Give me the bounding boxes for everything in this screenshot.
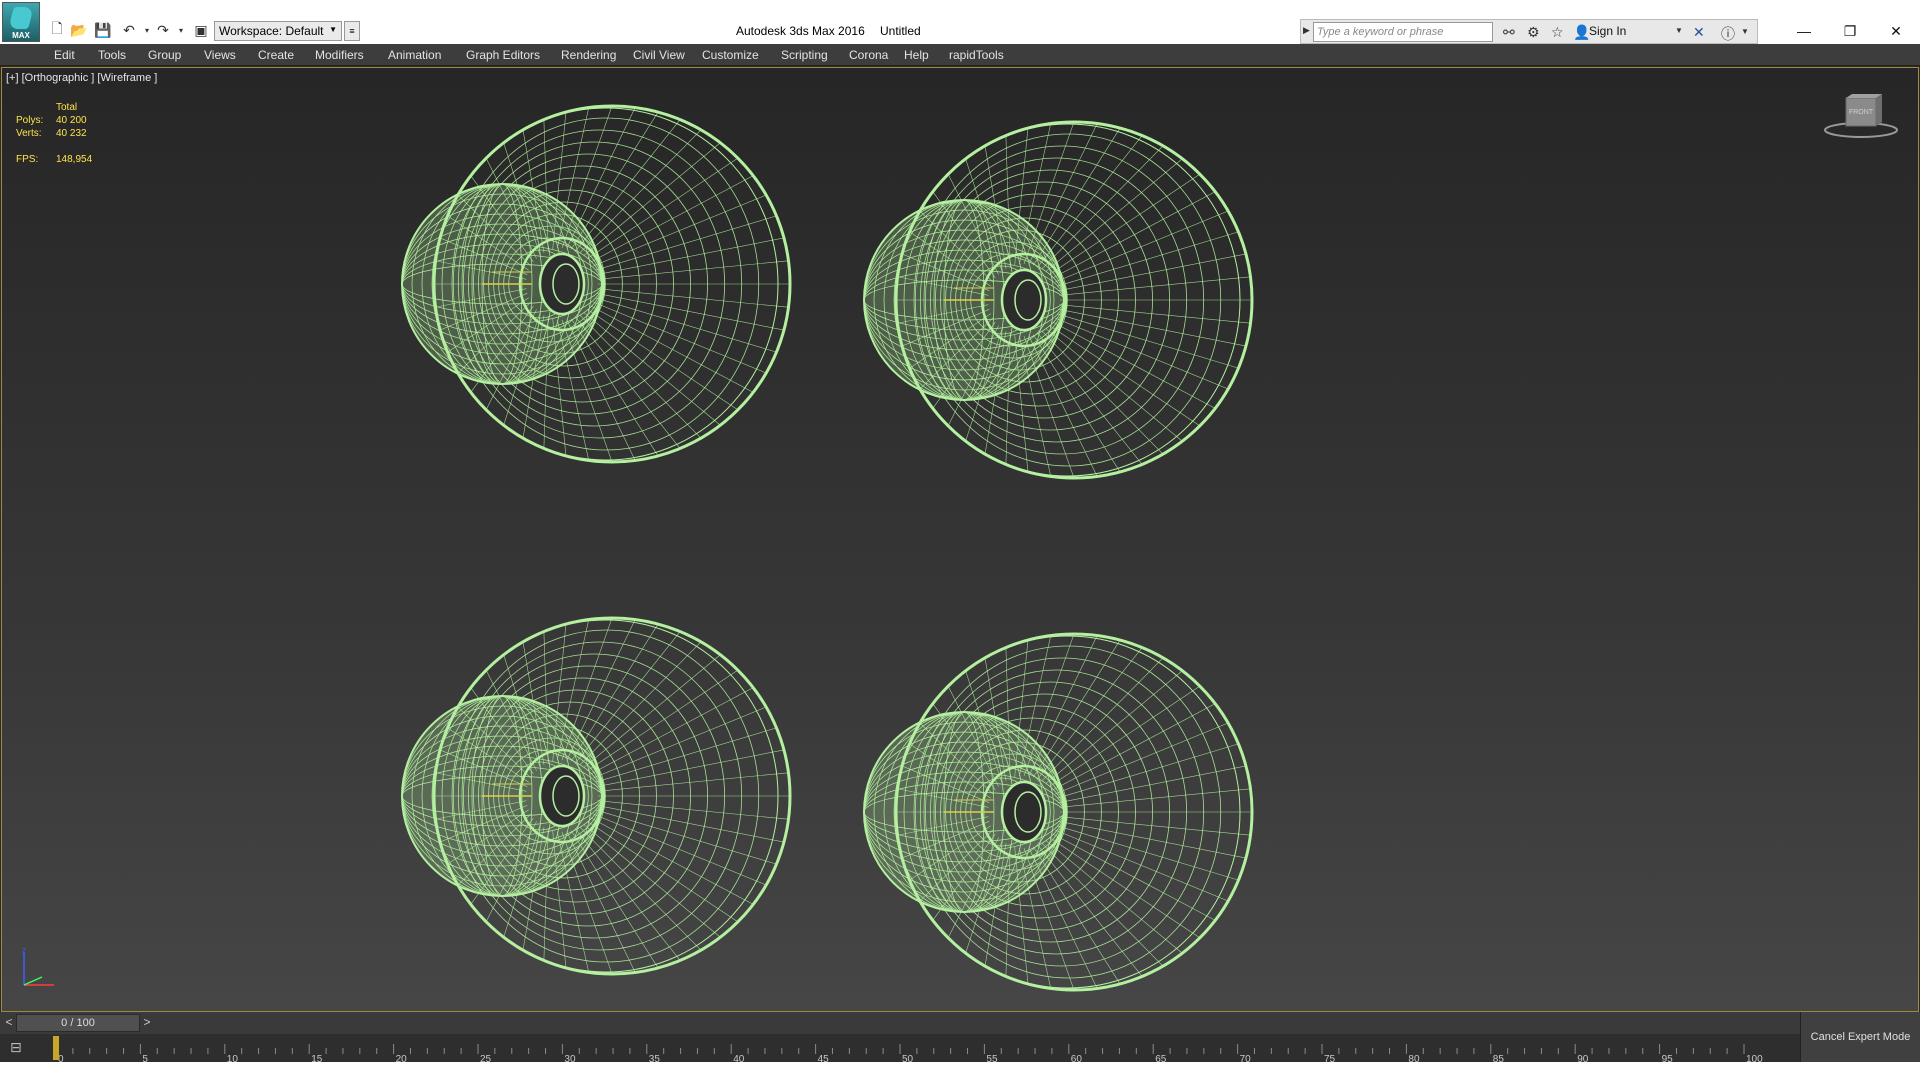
lamp-top-right[interactable] [863, 120, 1254, 480]
timeline-tick-label: 10 [227, 1054, 239, 1062]
fps-value: 148,954 [56, 154, 93, 165]
menu-scripting[interactable]: Scripting [781, 48, 828, 62]
open-file-icon[interactable]: 📂 [70, 21, 88, 39]
fps-label: FPS: [16, 154, 39, 165]
subscription-icon[interactable]: ⚙ [1527, 24, 1540, 41]
help-icon[interactable]: ⓘ [1721, 24, 1735, 44]
timeline-tick-label: 50 [902, 1054, 914, 1062]
lamp-bottom-right[interactable] [863, 632, 1254, 992]
menu-rapidtools[interactable]: rapidTools [949, 48, 1004, 62]
timeline-tick-label: 95 [1662, 1054, 1674, 1062]
svg-text:z: z [22, 947, 26, 955]
search-input[interactable] [1313, 22, 1493, 42]
polys-value: 40 200 [56, 115, 87, 126]
track-bar[interactable]: ⊟ 0 5 10 15 20 25 30 35 40 45 50 55 60 65 70 75 80 85 90 95… [0, 1034, 1800, 1062]
menu-modifiers[interactable]: Modifiers [315, 48, 364, 62]
menu-animation[interactable]: Animation [388, 48, 441, 62]
axis-tripod-icon: z [22, 947, 54, 986]
collapse-arrow-icon[interactable]: ▶ [1303, 25, 1310, 36]
close-button[interactable]: ✕ [1876, 20, 1916, 42]
timeline-tick-label: 70 [1240, 1054, 1252, 1062]
next-frame-button[interactable]: > [140, 1015, 154, 1031]
workspace-select[interactable]: Workspace: Default ▼ [214, 21, 342, 41]
minimize-button[interactable]: — [1784, 20, 1824, 42]
help-dropdown-icon[interactable]: ▼ [1741, 27, 1749, 36]
menu-edit[interactable]: Edit [54, 48, 75, 62]
lamp-top-left[interactable] [401, 104, 792, 464]
viewport-label-menu[interactable]: [+] [Orthographic ] [Wireframe ] [6, 72, 157, 84]
menu-create[interactable]: Create [258, 48, 294, 62]
timeline-tick-label: 85 [1493, 1054, 1505, 1062]
title-bar: MAX 🗋 📂 💾 ↶ ▾ ↷ ▾ ▣ Workspace: Default ▼… [0, 0, 1920, 44]
menu-group[interactable]: Group [148, 48, 181, 62]
menu-civil-view[interactable]: Civil View [633, 48, 685, 62]
previous-frame-button[interactable]: < [2, 1015, 16, 1031]
timeline-tick-label: 40 [733, 1054, 745, 1062]
menu-help[interactable]: Help [904, 48, 929, 62]
timeline-tick-label: 45 [818, 1054, 830, 1062]
timeline-tick-label: 55 [986, 1054, 998, 1062]
track-ruler[interactable]: 0 5 10 15 20 25 30 35 40 45 50 55 60 65 70 75 80 85 90 95 10… [0, 1034, 1800, 1062]
current-frame-marker [53, 1036, 59, 1060]
time-slider[interactable]: 0 / 100 [16, 1014, 140, 1032]
verts-label: Verts: [16, 128, 42, 139]
time-slider-bar: < 0 / 100 > [0, 1012, 1800, 1034]
menu-corona[interactable]: Corona [849, 48, 888, 62]
exchange-apps-icon[interactable]: ✕ [1693, 24, 1705, 41]
timeline-tick-label: 20 [396, 1054, 408, 1062]
timeline-tick-label: 25 [480, 1054, 492, 1062]
chevron-down-icon: ▼ [329, 25, 337, 34]
verts-value: 40 232 [56, 128, 87, 139]
menu-rendering[interactable]: Rendering [561, 48, 616, 62]
menu-customize[interactable]: Customize [702, 48, 759, 62]
logo-text: MAX [12, 31, 30, 40]
restore-button[interactable]: ❐ [1830, 20, 1870, 42]
user-icon: 👤 [1573, 24, 1591, 40]
timeline-tick-label: 5 [142, 1054, 148, 1062]
menu-tools[interactable]: Tools [98, 48, 126, 62]
viewport-orthographic[interactable]: [+] [Orthographic ] [Wireframe ] Total P… [1, 67, 1919, 1012]
viewcube[interactable]: FRONT [1822, 92, 1900, 144]
sign-in-link[interactable]: Sign In [1589, 24, 1626, 38]
star-icon[interactable]: ☆ [1551, 24, 1564, 41]
stats-header: Total [56, 102, 78, 113]
document-title: Untitled [880, 24, 921, 38]
redo-icon[interactable]: ↷ [154, 21, 172, 39]
wireframe-scene[interactable] [2, 68, 1919, 1012]
app-menu-button[interactable]: MAX [2, 2, 40, 42]
binoculars-icon[interactable]: ⚯ [1503, 24, 1515, 41]
timeline-tick-label: 100 [1746, 1054, 1763, 1062]
timeline-tick-label: 60 [1071, 1054, 1083, 1062]
sign-in-dropdown-icon[interactable]: ▼ [1675, 26, 1683, 35]
menu-views[interactable]: Views [204, 48, 236, 62]
lamp-bottom-left[interactable] [401, 616, 792, 976]
viewcube-front-label: FRONT [1849, 109, 1874, 116]
new-file-icon[interactable]: 🗋 [48, 20, 66, 39]
max-logo-icon [8, 7, 34, 29]
save-file-icon[interactable]: 💾 [94, 21, 112, 39]
project-folder-icon[interactable]: ▣ [192, 21, 210, 39]
redo-dropdown-icon[interactable]: ▾ [172, 21, 190, 39]
undo-icon[interactable]: ↶ [120, 21, 138, 39]
quick-access-customize-icon[interactable]: ≡ [344, 21, 360, 41]
timeline-tick-label: 75 [1324, 1054, 1336, 1062]
timeline-tick-label: 65 [1155, 1054, 1167, 1062]
app-title: Autodesk 3ds Max 2016 [736, 24, 865, 38]
bottom-strip [0, 1062, 1920, 1080]
timeline-tick-label: 90 [1577, 1054, 1589, 1062]
polys-label: Polys: [16, 115, 44, 126]
menu-graph-editors[interactable]: Graph Editors [466, 48, 540, 62]
workspace-value: Workspace: Default [219, 24, 324, 38]
cancel-expert-mode-button[interactable]: Cancel Expert Mode [1800, 1012, 1920, 1062]
infocenter: ▶ ⚯ ⚙ ☆ 👤 Sign In ▼ ✕ ⓘ ▼ [1300, 19, 1758, 44]
menu-bar: Edit Tools Group Views Create Modifiers … [0, 44, 1920, 66]
timeline-tick-label: 30 [564, 1054, 576, 1062]
timeline-tick-label: 15 [311, 1054, 323, 1062]
timeline-tick-label: 35 [649, 1054, 661, 1062]
timeline-tick-label: 80 [1408, 1054, 1420, 1062]
